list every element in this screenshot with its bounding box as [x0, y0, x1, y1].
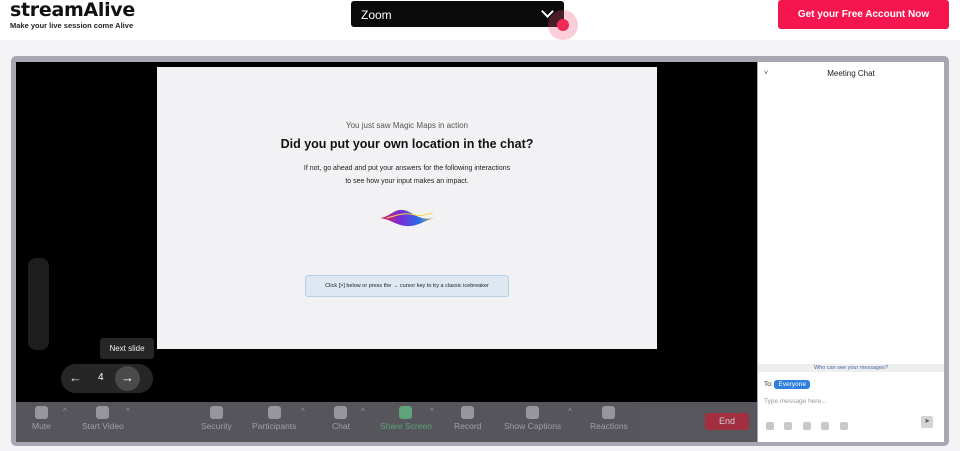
- meeting-chat-panel: ˅ Meeting Chat Who can see your messages…: [758, 62, 944, 442]
- security-button[interactable]: Security: [201, 406, 232, 431]
- chat-bubble-icon: [334, 406, 348, 419]
- caret-up-icon[interactable]: ^: [361, 407, 365, 416]
- next-slide-tooltip: Next slide: [100, 338, 154, 359]
- chevron-down-icon[interactable]: ˅: [764, 62, 768, 86]
- participants-icon: [267, 406, 281, 419]
- slide-title: Did you put your own location in the cha…: [280, 137, 534, 151]
- slide-body: If not, go ahead and put your answers fo…: [157, 162, 657, 188]
- logo-tagline: Make your live session come Alive: [10, 21, 134, 30]
- who-can-see-link[interactable]: Who can see your messages?: [758, 364, 944, 372]
- microphone-icon: [34, 406, 48, 419]
- sound-wave-graphic: [379, 209, 437, 227]
- slide-navigation: ← 4 →: [61, 364, 153, 393]
- caret-up-icon[interactable]: ^: [63, 407, 67, 416]
- captions-icon: [526, 406, 540, 419]
- record-button[interactable]: Record: [454, 406, 481, 431]
- slide-kicker: You just saw Magic Maps in action: [346, 121, 468, 130]
- send-icon[interactable]: ➤: [921, 416, 933, 428]
- share-screen-icon: [399, 406, 413, 419]
- emoji-icon[interactable]: [821, 422, 830, 430]
- show-captions-label: Show Captions: [504, 421, 562, 431]
- chat-title: Meeting Chat: [827, 69, 875, 78]
- chat-message-input[interactable]: Type message here...: [764, 398, 827, 405]
- platform-select-value: Zoom: [361, 8, 392, 22]
- participants-label: Participants: [252, 421, 297, 431]
- arrow-right-icon[interactable]: →: [115, 366, 140, 391]
- chat-recipient-row: To: Everyone: [764, 380, 810, 389]
- participants-button[interactable]: Participants: [252, 406, 296, 431]
- side-panel-handle[interactable]: [28, 258, 49, 350]
- video-off-icon: [96, 406, 110, 419]
- screenshot-icon[interactable]: [784, 422, 793, 430]
- end-meeting-button[interactable]: End: [705, 413, 749, 430]
- presentation-slide: You just saw Magic Maps in action Did yo…: [157, 67, 657, 349]
- slide-instruction-box: Click [>] below or press the → cursor ke…: [305, 275, 509, 297]
- slide-body-line-1: If not, go ahead and put your answers fo…: [303, 165, 511, 172]
- streamalive-logo[interactable]: streamAlive Make your live session come …: [10, 0, 135, 30]
- share-screen-button[interactable]: Share Screen: [380, 406, 432, 431]
- meeting-toolbar: Mute ^ Start Video ^ Security Participan…: [16, 402, 757, 442]
- chat-button[interactable]: Chat: [332, 406, 350, 431]
- record-icon: [461, 406, 475, 419]
- slide-body-line-2: to see how your input makes an impact.: [345, 178, 469, 185]
- top-bar: streamAlive Make your live session come …: [0, 0, 960, 40]
- cursor-highlight: [548, 10, 578, 40]
- mute-button[interactable]: Mute: [32, 406, 51, 431]
- security-label: Security: [201, 421, 232, 431]
- chat-header: ˅ Meeting Chat: [758, 62, 944, 86]
- start-video-button[interactable]: Start Video: [82, 406, 124, 431]
- to-label: To:: [764, 381, 773, 388]
- platform-select[interactable]: Zoom: [351, 1, 564, 27]
- file-icon[interactable]: [802, 422, 811, 430]
- share-screen-label: Share Screen: [380, 421, 432, 431]
- caret-up-icon[interactable]: ^: [568, 407, 572, 416]
- start-video-label: Start Video: [82, 421, 124, 431]
- mute-label: Mute: [32, 421, 51, 431]
- shield-icon: [209, 406, 223, 419]
- slide-number: 4: [98, 372, 104, 383]
- show-captions-button[interactable]: Show Captions: [504, 406, 561, 431]
- logo-wordmark: streamAlive: [10, 0, 135, 21]
- caret-up-icon[interactable]: ^: [301, 407, 305, 416]
- chat-tools: [766, 417, 854, 435]
- smiley-icon: [602, 406, 616, 419]
- format-icon[interactable]: [766, 422, 774, 430]
- caret-up-icon[interactable]: ^: [430, 407, 434, 416]
- reactions-label: Reactions: [590, 421, 628, 431]
- chat-label: Chat: [332, 421, 350, 431]
- reactions-button[interactable]: Reactions: [590, 406, 628, 431]
- recipient-select[interactable]: Everyone: [774, 380, 810, 389]
- more-icon[interactable]: [839, 422, 848, 430]
- caret-up-icon[interactable]: ^: [126, 407, 130, 416]
- record-label: Record: [454, 421, 482, 431]
- arrow-left-icon[interactable]: ←: [69, 370, 82, 385]
- free-account-button[interactable]: Get your Free Account Now: [778, 0, 949, 29]
